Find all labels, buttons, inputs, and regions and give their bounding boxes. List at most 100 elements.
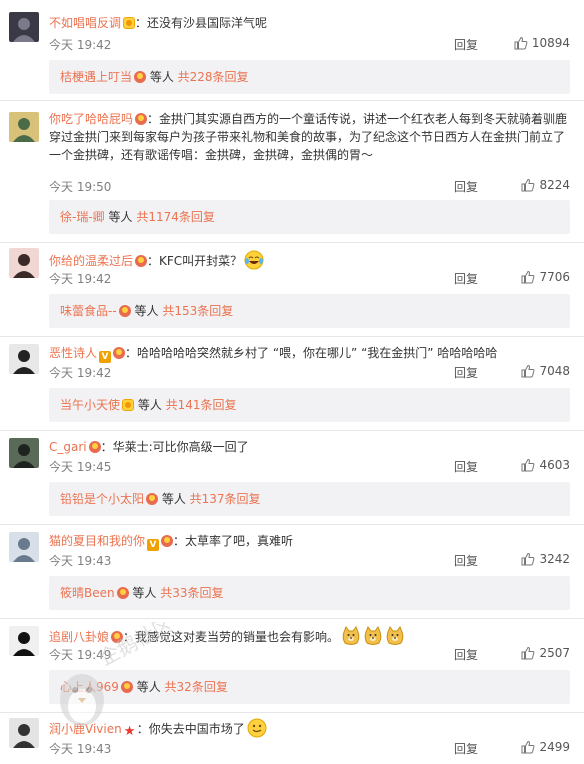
reply-suffix: 等人 [158, 492, 190, 506]
reply-username-link[interactable]: 当午小天使 [60, 398, 120, 412]
like-button[interactable]: 10894 [514, 36, 570, 50]
user-fan-badge [135, 113, 148, 125]
comment-meta: 今天 19:42 回复 7706 [49, 270, 570, 286]
comment-text: ：哈哈哈哈哈突然就乡村了 “喂，你在哪儿” “我在金拱门” 哈哈哈哈哈 [125, 346, 498, 360]
reply-suffix: 等人 [132, 680, 165, 694]
reply-username-link[interactable]: 铅铅是个小太阳 [60, 492, 144, 506]
thumb-up-icon[interactable] [521, 364, 535, 378]
thumb-up-icon[interactable] [514, 36, 528, 50]
like-button[interactable]: 2499 [521, 740, 570, 754]
reply-button[interactable]: 回复 [454, 740, 478, 757]
timestamp: 今天 19:43 [49, 742, 112, 756]
comment-text: ：我感觉这对麦当劳的销量也会有影响。 [123, 630, 340, 644]
more-replies-link[interactable]: 共137条回复 [190, 492, 261, 506]
reply-button[interactable]: 回复 [454, 36, 478, 53]
like-button[interactable]: 7048 [521, 364, 570, 378]
like-button[interactable]: 4603 [521, 458, 570, 472]
reply-suffix: 等人 [146, 70, 178, 84]
thumb-up-icon[interactable] [521, 178, 535, 192]
reply-username-link[interactable]: 心上人969 [60, 680, 119, 694]
more-replies-link[interactable]: 共153条回复 [162, 304, 233, 318]
avatar[interactable] [9, 248, 39, 278]
reply-user-vip-badge [122, 399, 135, 411]
like-button[interactable]: 2507 [521, 646, 570, 660]
doge-emoji-icon [341, 626, 361, 646]
reply-username-link[interactable]: 桔梗遇上叮当 [60, 70, 132, 84]
replies-summary[interactable]: 筱晴Been 等人 共33条回复 [49, 576, 570, 610]
avatar[interactable] [9, 718, 39, 748]
reply-username-link[interactable]: 徐-瑞-卿 [60, 210, 105, 224]
username-link[interactable]: 追剧八卦娘 [49, 630, 109, 644]
avatar[interactable] [9, 438, 39, 468]
user-star-badge: ★ [123, 724, 136, 739]
thumb-up-icon[interactable] [521, 270, 535, 284]
replies-summary[interactable]: 心上人969 等人 共32条回复 [49, 670, 570, 704]
thumb-up-icon[interactable] [521, 458, 535, 472]
replies-summary[interactable]: 当午小天使 等人 共141条回复 [49, 388, 570, 422]
avatar[interactable] [9, 626, 39, 656]
username-link[interactable]: 猫的夏目和我的你 [49, 534, 145, 548]
timestamp: 今天 19:49 [49, 648, 112, 662]
replies-summary[interactable]: 桔梗遇上叮当 等人 共228条回复 [49, 60, 570, 94]
reply-button[interactable]: 回复 [454, 552, 478, 569]
username-link[interactable]: 润小鹿Vivien [49, 722, 122, 736]
like-count: 2507 [539, 646, 570, 660]
avatar[interactable] [9, 12, 39, 42]
reply-username-link[interactable]: 味蕾食品-- [60, 304, 117, 318]
replies-summary[interactable]: 徐-瑞-卿 等人 共1174条回复 [49, 200, 570, 234]
divider [0, 430, 584, 431]
avatar[interactable] [9, 532, 39, 562]
divider [0, 712, 584, 713]
replies-summary[interactable]: 味蕾食品-- 等人 共153条回复 [49, 294, 570, 328]
reply-username-link[interactable]: 筱晴Been [60, 586, 115, 600]
username-link[interactable]: 恶性诗人 [49, 346, 97, 360]
doge-emoji-icon [385, 626, 405, 646]
avatar[interactable] [9, 344, 39, 374]
more-replies-link[interactable]: 共32条回复 [165, 680, 228, 694]
comment-body: 你吃了哈哈屁吗 ：金拱门其实源自西方的一个童话传说，讲述一个红衣老人每到冬天就骑着… [49, 110, 570, 164]
username-link[interactable]: C_gari [49, 440, 87, 454]
comment-meta: 今天 19:45 回复 4603 [49, 458, 570, 474]
comment-body: 润小鹿Vivien ★：你失去中国市场了 [49, 718, 570, 738]
thumb-up-icon[interactable] [521, 740, 535, 754]
more-replies-link[interactable]: 共1174条回复 [136, 210, 215, 224]
more-replies-link[interactable]: 共141条回复 [166, 398, 237, 412]
reply-suffix: 等人 [128, 586, 161, 600]
more-replies-link[interactable]: 共228条回复 [178, 70, 249, 84]
reply-user-fan-badge [146, 493, 159, 505]
comment-text: ：还没有沙县国际洋气呢 [135, 16, 268, 30]
reply-user-fan-badge [120, 681, 133, 693]
reply-button[interactable]: 回复 [454, 646, 478, 663]
reply-button[interactable]: 回复 [454, 458, 478, 475]
avatar[interactable] [9, 112, 39, 142]
divider [0, 336, 584, 337]
user-v-badge: V [147, 539, 160, 551]
thumb-up-icon[interactable] [521, 646, 535, 660]
like-count: 7706 [539, 270, 570, 284]
replies-summary[interactable]: 铅铅是个小太阳 等人 共137条回复 [49, 482, 570, 516]
thumb-up-icon[interactable] [521, 552, 535, 566]
like-button[interactable]: 7706 [521, 270, 570, 284]
comment-text: ：华莱士:可比你高级一回了 [100, 440, 249, 454]
comment-meta: 今天 19:43 回复 3242 [49, 552, 570, 568]
user-fan-badge [111, 631, 124, 643]
timestamp: 今天 19:45 [49, 460, 112, 474]
username-link[interactable]: 不如唱唱反调 [49, 16, 121, 30]
username-link[interactable]: 你给的温柔过后 [49, 254, 133, 268]
username-link[interactable]: 你吃了哈哈屁吗 [49, 112, 133, 126]
timestamp: 今天 19:42 [49, 38, 112, 52]
timestamp: 今天 19:42 [49, 272, 112, 286]
comment-text: ：你失去中国市场了 [136, 722, 245, 736]
like-button[interactable]: 3242 [521, 552, 570, 566]
comment-meta: 今天 19:42 回复 10894 [49, 36, 570, 52]
divider [0, 242, 584, 243]
reply-button[interactable]: 回复 [454, 364, 478, 381]
doge-emoji-icon [363, 626, 383, 646]
divider [0, 524, 584, 525]
reply-button[interactable]: 回复 [454, 270, 478, 287]
like-count: 10894 [531, 36, 570, 50]
like-button[interactable]: 8224 [521, 178, 570, 192]
reply-button[interactable]: 回复 [454, 178, 478, 195]
reply-suffix: 等人 [130, 304, 163, 318]
more-replies-link[interactable]: 共33条回复 [160, 586, 223, 600]
